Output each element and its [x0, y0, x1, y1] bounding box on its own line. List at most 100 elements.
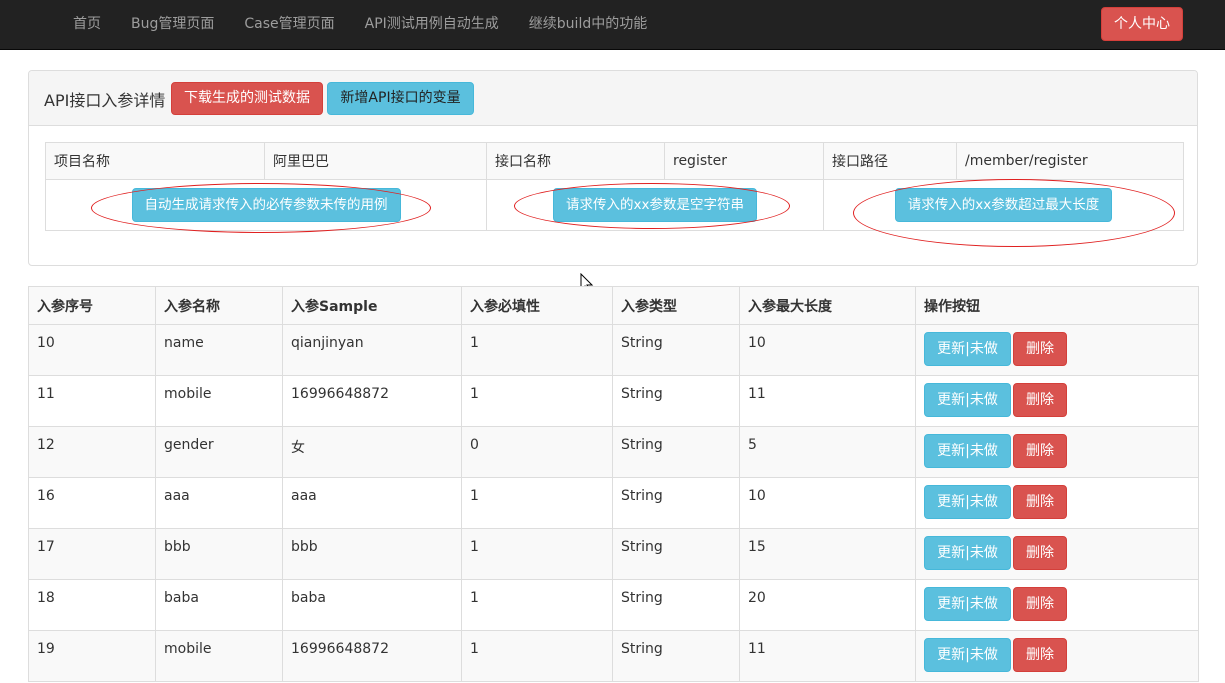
api-info-table: 项目名称 阿里巴巴 接口名称 register 接口路径 /member/reg…	[45, 142, 1184, 231]
update-button[interactable]: 更新|未做	[924, 434, 1011, 468]
case-generation-row: 自动生成请求传入的必传参数未传的用例 请求传入的xx参数是空字符串 请求传入的x…	[45, 179, 1184, 231]
table-row: 19 mobile 16996648872 1 String 11 更新|未做删…	[28, 630, 1199, 682]
cell-name: gender	[155, 426, 283, 478]
cell-type: String	[612, 579, 740, 631]
gen-exceed-length-button[interactable]: 请求传入的xx参数超过最大长度	[894, 188, 1113, 222]
cell-max-length: 20	[739, 579, 916, 631]
cell-name: aaa	[155, 477, 283, 529]
cell-actions: 更新|未做 删除	[915, 579, 1199, 631]
nav-item-bug-management[interactable]: Bug管理页面	[116, 0, 229, 50]
nav-links: 首页 Bug管理页面 Case管理页面 API测试用例自动生成 继续build中…	[58, 0, 662, 50]
api-info-row: 项目名称 阿里巴巴 接口名称 register 接口路径 /member/reg…	[45, 142, 1184, 180]
update-button[interactable]: 更新|未做	[924, 485, 1011, 519]
update-button[interactable]: 更新|未做	[924, 638, 1011, 672]
cell-sample: qianjinyan	[282, 324, 462, 376]
table-row: 12 gender 女 0 String 5 更新|未做 删除	[28, 426, 1199, 478]
update-button[interactable]: 更新|未做	[924, 536, 1011, 570]
cell-name: mobile	[155, 375, 283, 427]
header-param-type: 入参类型	[612, 286, 740, 325]
gen-required-missing-button[interactable]: 自动生成请求传入的必传参数未传的用例	[131, 188, 401, 222]
cell-type: String	[612, 324, 740, 376]
delete-button[interactable]: 删除	[1013, 434, 1067, 468]
interface-path-value: /member/register	[956, 142, 1184, 180]
cell-sample: aaa	[282, 477, 462, 529]
update-button[interactable]: 更新|未做	[924, 587, 1011, 621]
cell-actions: 更新|未做 删除	[915, 375, 1199, 427]
panel-heading: API接口入参详情 下载生成的测试数据 新增API接口的变量	[29, 71, 1197, 126]
cell-required: 1	[461, 324, 613, 376]
header-param-id: 入参序号	[28, 286, 156, 325]
update-button[interactable]: 更新|未做	[924, 332, 1011, 366]
delete-button[interactable]: 删除	[1013, 383, 1067, 417]
delete-button[interactable]: 删除	[1013, 536, 1067, 570]
nav-item-home[interactable]: 首页	[58, 0, 116, 50]
cell-id: 17	[28, 528, 156, 580]
header-param-name: 入参名称	[155, 286, 283, 325]
cell-sample: baba	[282, 579, 462, 631]
cell-actions: 更新|未做 删除	[915, 426, 1199, 478]
gen-empty-cell: 请求传入的xx参数是空字符串	[486, 179, 824, 231]
params-table: 入参序号 入参名称 入参Sample 入参必填性 入参类型 入参最大长度 操作按…	[28, 286, 1199, 682]
project-name-value: 阿里巴巴	[264, 142, 487, 180]
cell-sample: 16996648872	[282, 375, 462, 427]
interface-path-label: 接口路径	[823, 142, 957, 180]
cell-sample: 女	[282, 426, 462, 478]
gen-exceed-cell: 请求传入的xx参数超过最大长度	[823, 179, 1184, 231]
cell-required: 1	[461, 630, 613, 682]
cell-name: mobile	[155, 630, 283, 682]
cell-required: 1	[461, 528, 613, 580]
cell-max-length: 11	[739, 630, 916, 682]
cell-id: 11	[28, 375, 156, 427]
cell-name: baba	[155, 579, 283, 631]
cell-id: 12	[28, 426, 156, 478]
delete-button[interactable]: 删除	[1013, 485, 1067, 519]
table-row: 17 bbb bbb 1 String 15 更新|未做 删除	[28, 528, 1199, 580]
add-api-variable-button[interactable]: 新增API接口的变量	[327, 82, 474, 115]
api-param-detail-panel: API接口入参详情 下载生成的测试数据 新增API接口的变量 项目名称 阿里巴巴…	[28, 70, 1198, 266]
cell-id: 16	[28, 477, 156, 529]
cell-actions: 更新|未做 删除	[915, 528, 1199, 580]
project-name-label: 项目名称	[45, 142, 265, 180]
cell-type: String	[612, 426, 740, 478]
cell-required: 1	[461, 477, 613, 529]
cell-max-length: 10	[739, 324, 916, 376]
header-param-max-length: 入参最大长度	[739, 286, 916, 325]
delete-button[interactable]: 删除	[1013, 638, 1067, 672]
table-row: 18 baba baba 1 String 20 更新|未做 删除	[28, 579, 1199, 631]
params-table-header: 入参序号 入参名称 入参Sample 入参必填性 入参类型 入参最大长度 操作按…	[28, 286, 1199, 325]
user-center-button[interactable]: 个人中心	[1101, 7, 1183, 41]
table-row: 10 name qianjinyan 1 String 10 更新|未做 删除	[28, 324, 1199, 376]
delete-button[interactable]: 删除	[1013, 587, 1067, 621]
cell-max-length: 5	[739, 426, 916, 478]
update-button[interactable]: 更新|未做	[924, 383, 1011, 417]
panel-title: API接口入参详情	[44, 91, 166, 110]
header-actions: 操作按钮	[915, 286, 1199, 325]
header-param-required: 入参必填性	[461, 286, 613, 325]
download-test-data-button[interactable]: 下载生成的测试数据	[171, 82, 323, 115]
cell-required: 0	[461, 426, 613, 478]
nav-item-case-management[interactable]: Case管理页面	[229, 0, 349, 50]
cell-actions: 更新|未做 删除	[915, 477, 1199, 529]
cell-type: String	[612, 528, 740, 580]
cell-max-length: 11	[739, 375, 916, 427]
cell-actions: 更新|未做 删除	[915, 630, 1199, 682]
nav-item-in-progress-features[interactable]: 继续build中的功能	[514, 0, 662, 50]
cell-max-length: 10	[739, 477, 916, 529]
interface-name-label: 接口名称	[486, 142, 665, 180]
cell-sample: 16996648872	[282, 630, 462, 682]
table-row: 11 mobile 16996648872 1 String 11 更新|未做删…	[28, 375, 1199, 427]
cell-sample: bbb	[282, 528, 462, 580]
delete-button[interactable]: 删除	[1013, 332, 1067, 366]
cell-id: 10	[28, 324, 156, 376]
cell-required: 1	[461, 375, 613, 427]
cell-max-length: 15	[739, 528, 916, 580]
cell-required: 1	[461, 579, 613, 631]
cell-actions: 更新|未做 删除	[915, 324, 1199, 376]
table-row: 16 aaa aaa 1 String 10 更新|未做 删除	[28, 477, 1199, 529]
cell-type: String	[612, 630, 740, 682]
interface-name-value: register	[664, 142, 824, 180]
cell-name: name	[155, 324, 283, 376]
gen-empty-string-button[interactable]: 请求传入的xx参数是空字符串	[553, 188, 757, 222]
cell-type: String	[612, 477, 740, 529]
nav-item-api-case-generation[interactable]: API测试用例自动生成	[350, 0, 514, 50]
